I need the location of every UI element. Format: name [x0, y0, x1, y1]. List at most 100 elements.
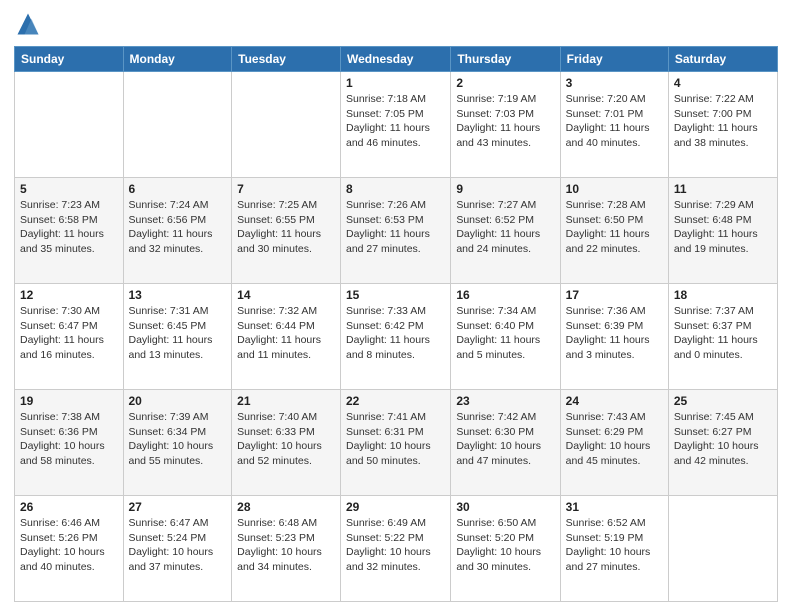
day-number: 19 — [20, 394, 118, 408]
day-info: Sunrise: 7:18 AMSunset: 7:05 PMDaylight:… — [346, 92, 445, 151]
calendar-cell: 6 Sunrise: 7:24 AMSunset: 6:56 PMDaylight… — [123, 178, 232, 284]
day-info: Sunrise: 7:20 AMSunset: 7:01 PMDaylight:… — [566, 92, 663, 151]
week-row-4: 26Sunrise: 6:46 AMSunset: 5:26 PMDayligh… — [15, 496, 778, 602]
calendar-cell: 7Sunrise: 7:25 AMSunset: 6:55 PMDaylight… — [232, 178, 341, 284]
calendar-cell: 21 Sunrise: 7:40 AMSunset: 6:33 PMDayligh… — [232, 390, 341, 496]
calendar-cell — [232, 72, 341, 178]
calendar-cell: 16 Sunrise: 7:34 AMSunset: 6:40 PMDayligh… — [451, 284, 560, 390]
day-info: Sunrise: 7:19 AMSunset: 7:03 PMDaylight:… — [456, 92, 554, 151]
calendar-cell: 24 Sunrise: 7:43 AMSunset: 6:29 PMDayligh… — [560, 390, 668, 496]
week-row-0: 1 Sunrise: 7:18 AMSunset: 7:05 PMDaylight… — [15, 72, 778, 178]
calendar-cell: 2 Sunrise: 7:19 AMSunset: 7:03 PMDaylight… — [451, 72, 560, 178]
day-number: 6 — [129, 182, 227, 196]
day-info: Sunrise: 7:39 AMSunset: 6:34 PMDaylight:… — [129, 410, 227, 469]
day-info: Sunrise: 7:36 AMSunset: 6:39 PMDaylight:… — [566, 304, 663, 363]
day-number: 31 — [566, 500, 663, 514]
day-info: Sunrise: 7:40 AMSunset: 6:33 PMDaylight:… — [237, 410, 335, 469]
day-number: 10 — [566, 182, 663, 196]
day-number: 18 — [674, 288, 772, 302]
day-number: 1 — [346, 76, 445, 90]
day-number: 29 — [346, 500, 445, 514]
calendar-table: SundayMondayTuesdayWednesdayThursdayFrid… — [14, 46, 778, 602]
day-number: 16 — [456, 288, 554, 302]
day-info: Sunrise: 7:22 AMSunset: 7:00 PMDaylight:… — [674, 92, 772, 151]
day-info: Sunrise: 7:42 AMSunset: 6:30 PMDaylight:… — [456, 410, 554, 469]
day-number: 20 — [129, 394, 227, 408]
day-info: Sunrise: 7:34 AMSunset: 6:40 PMDaylight:… — [456, 304, 554, 363]
calendar-cell: 20 Sunrise: 7:39 AMSunset: 6:34 PMDayligh… — [123, 390, 232, 496]
day-number: 15 — [346, 288, 445, 302]
day-header-saturday: Saturday — [668, 47, 777, 72]
day-info: Sunrise: 7:24 AMSunset: 6:56 PMDaylight:… — [129, 198, 227, 257]
calendar-cell: 26Sunrise: 6:46 AMSunset: 5:26 PMDayligh… — [15, 496, 124, 602]
day-number: 8 — [346, 182, 445, 196]
calendar-cell: 1 Sunrise: 7:18 AMSunset: 7:05 PMDaylight… — [341, 72, 451, 178]
logo-icon — [14, 10, 42, 38]
week-row-2: 12 Sunrise: 7:30 AMSunset: 6:47 PMDayligh… — [15, 284, 778, 390]
header — [14, 10, 778, 38]
day-number: 24 — [566, 394, 663, 408]
calendar-cell: 28Sunrise: 6:48 AMSunset: 5:23 PMDayligh… — [232, 496, 341, 602]
day-number: 14 — [237, 288, 335, 302]
calendar-cell: 13 Sunrise: 7:31 AMSunset: 6:45 PMDayligh… — [123, 284, 232, 390]
calendar-cell: 25 Sunrise: 7:45 AMSunset: 6:27 PMDayligh… — [668, 390, 777, 496]
page: SundayMondayTuesdayWednesdayThursdayFrid… — [0, 0, 792, 612]
calendar-cell: 22 Sunrise: 7:41 AMSunset: 6:31 PMDayligh… — [341, 390, 451, 496]
day-info: Sunrise: 7:31 AMSunset: 6:45 PMDaylight:… — [129, 304, 227, 363]
day-info: Sunrise: 7:32 AMSunset: 6:44 PMDaylight:… — [237, 304, 335, 363]
day-number: 13 — [129, 288, 227, 302]
day-number: 27 — [129, 500, 227, 514]
day-number: 3 — [566, 76, 663, 90]
day-info: Sunrise: 7:41 AMSunset: 6:31 PMDaylight:… — [346, 410, 445, 469]
calendar-cell: 18 Sunrise: 7:37 AMSunset: 6:37 PMDayligh… — [668, 284, 777, 390]
calendar-cell — [123, 72, 232, 178]
day-number: 21 — [237, 394, 335, 408]
day-info: Sunrise: 6:50 AMSunset: 5:20 PMDaylight:… — [456, 516, 554, 575]
day-info: Sunrise: 6:52 AMSunset: 5:19 PMDaylight:… — [566, 516, 663, 575]
day-number: 12 — [20, 288, 118, 302]
calendar-cell: 10 Sunrise: 7:28 AMSunset: 6:50 PMDayligh… — [560, 178, 668, 284]
calendar-cell: 4Sunrise: 7:22 AMSunset: 7:00 PMDaylight… — [668, 72, 777, 178]
calendar-header-row: SundayMondayTuesdayWednesdayThursdayFrid… — [15, 47, 778, 72]
day-info: Sunrise: 7:25 AMSunset: 6:55 PMDaylight:… — [237, 198, 335, 257]
day-info: Sunrise: 7:30 AMSunset: 6:47 PMDaylight:… — [20, 304, 118, 363]
week-row-1: 5 Sunrise: 7:23 AMSunset: 6:58 PMDaylight… — [15, 178, 778, 284]
day-header-monday: Monday — [123, 47, 232, 72]
calendar-cell — [15, 72, 124, 178]
day-info: Sunrise: 7:43 AMSunset: 6:29 PMDaylight:… — [566, 410, 663, 469]
calendar-cell: 14 Sunrise: 7:32 AMSunset: 6:44 PMDayligh… — [232, 284, 341, 390]
day-number: 17 — [566, 288, 663, 302]
calendar-cell: 29 Sunrise: 6:49 AMSunset: 5:22 PMDayligh… — [341, 496, 451, 602]
day-info: Sunrise: 7:23 AMSunset: 6:58 PMDaylight:… — [20, 198, 118, 257]
day-header-tuesday: Tuesday — [232, 47, 341, 72]
day-number: 25 — [674, 394, 772, 408]
day-info: Sunrise: 6:48 AMSunset: 5:23 PMDaylight:… — [237, 516, 335, 575]
day-info: Sunrise: 7:33 AMSunset: 6:42 PMDaylight:… — [346, 304, 445, 363]
calendar-cell: 5 Sunrise: 7:23 AMSunset: 6:58 PMDaylight… — [15, 178, 124, 284]
week-row-3: 19Sunrise: 7:38 AMSunset: 6:36 PMDayligh… — [15, 390, 778, 496]
day-number: 2 — [456, 76, 554, 90]
day-info: Sunrise: 7:28 AMSunset: 6:50 PMDaylight:… — [566, 198, 663, 257]
day-number: 26 — [20, 500, 118, 514]
day-info: Sunrise: 7:37 AMSunset: 6:37 PMDaylight:… — [674, 304, 772, 363]
calendar-cell: 11Sunrise: 7:29 AMSunset: 6:48 PMDayligh… — [668, 178, 777, 284]
calendar-cell: 3 Sunrise: 7:20 AMSunset: 7:01 PMDaylight… — [560, 72, 668, 178]
calendar-cell: 9Sunrise: 7:27 AMSunset: 6:52 PMDaylight… — [451, 178, 560, 284]
calendar-cell — [668, 496, 777, 602]
day-number: 5 — [20, 182, 118, 196]
day-number: 11 — [674, 182, 772, 196]
calendar-cell: 23Sunrise: 7:42 AMSunset: 6:30 PMDayligh… — [451, 390, 560, 496]
day-info: Sunrise: 6:47 AMSunset: 5:24 PMDaylight:… — [129, 516, 227, 575]
day-info: Sunrise: 6:49 AMSunset: 5:22 PMDaylight:… — [346, 516, 445, 575]
day-header-sunday: Sunday — [15, 47, 124, 72]
day-number: 22 — [346, 394, 445, 408]
calendar-cell: 19Sunrise: 7:38 AMSunset: 6:36 PMDayligh… — [15, 390, 124, 496]
calendar-cell: 17 Sunrise: 7:36 AMSunset: 6:39 PMDayligh… — [560, 284, 668, 390]
day-number: 9 — [456, 182, 554, 196]
day-header-wednesday: Wednesday — [341, 47, 451, 72]
calendar-cell: 15 Sunrise: 7:33 AMSunset: 6:42 PMDayligh… — [341, 284, 451, 390]
calendar-cell: 8Sunrise: 7:26 AMSunset: 6:53 PMDaylight… — [341, 178, 451, 284]
day-header-thursday: Thursday — [451, 47, 560, 72]
day-header-friday: Friday — [560, 47, 668, 72]
day-info: Sunrise: 7:45 AMSunset: 6:27 PMDaylight:… — [674, 410, 772, 469]
